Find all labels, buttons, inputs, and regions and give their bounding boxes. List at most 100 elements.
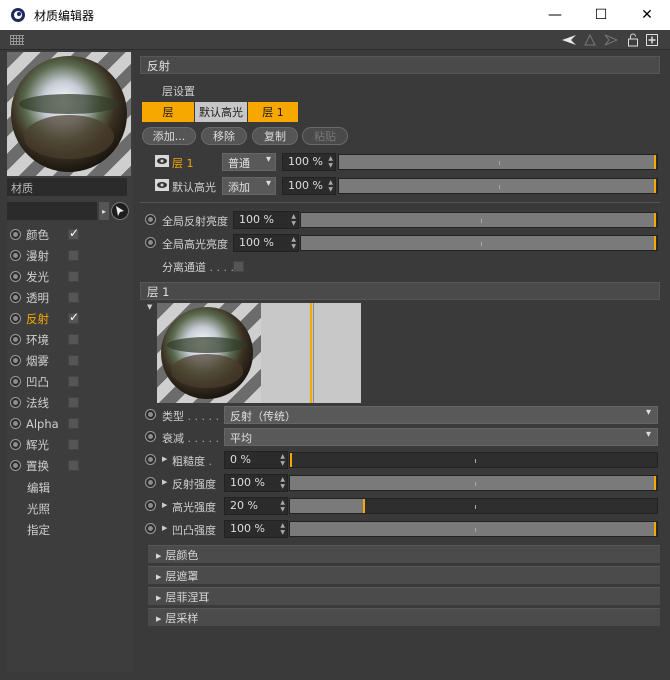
spinner-icon[interactable]: ▲ ▼ — [280, 522, 285, 536]
channel-item[interactable]: Alpha — [7, 413, 133, 434]
tab-default-specular[interactable]: 默认高光 — [195, 102, 247, 122]
radio-icon[interactable] — [10, 229, 21, 240]
fresnel-gradient-preview[interactable] — [261, 303, 361, 403]
channel-label[interactable]: 法线 — [26, 395, 68, 411]
channel-label[interactable]: 烟雾 — [26, 353, 68, 369]
tab-layer[interactable]: 层 — [142, 102, 194, 122]
collapse-triangle-icon[interactable]: ▼ — [147, 303, 152, 311]
expand-triangle-icon[interactable]: ▶ — [162, 524, 167, 532]
animate-dot-icon[interactable] — [145, 500, 156, 511]
reflect-strength-slider[interactable] — [289, 475, 658, 491]
radio-icon[interactable] — [10, 439, 21, 450]
slider-knob[interactable] — [654, 236, 656, 250]
channel-label[interactable]: 置换 — [26, 458, 68, 474]
paste-layer-button[interactable]: 粘贴 — [302, 127, 348, 145]
extra-item[interactable]: 编辑 — [27, 480, 50, 496]
channel-item[interactable]: 反射 — [7, 308, 133, 329]
radio-icon[interactable] — [10, 376, 21, 387]
section-layer-mask[interactable]: ▶ 层遮罩 — [148, 566, 660, 584]
channel-item[interactable]: 发光 — [7, 266, 133, 287]
global-reflect-slider[interactable] — [300, 212, 658, 228]
channel-search-input[interactable] — [7, 202, 97, 220]
specular-strength-slider[interactable] — [289, 498, 658, 514]
animate-dot-icon[interactable] — [145, 214, 156, 225]
spinner-icon[interactable]: ▲ ▼ — [291, 213, 296, 227]
channel-label[interactable]: 辉光 — [26, 437, 68, 453]
back-arrow-icon[interactable] — [560, 32, 578, 48]
channel-item[interactable]: 环境 — [7, 329, 133, 350]
bump-strength-input[interactable]: 100 % ▲ ▼ — [224, 520, 288, 538]
up-arrow-icon[interactable] — [582, 32, 598, 48]
maximize-button[interactable]: ☐ — [578, 0, 624, 30]
layer-mode-dropdown[interactable]: 添加 — [222, 177, 276, 195]
channel-item[interactable]: 漫射 — [7, 245, 133, 266]
channel-label[interactable]: Alpha — [26, 417, 68, 431]
reflect-strength-input[interactable]: 100 % ▲ ▼ — [224, 474, 288, 492]
expand-triangle-icon[interactable]: ▶ — [162, 478, 167, 486]
radio-icon[interactable] — [10, 250, 21, 261]
layer-opacity-slider[interactable] — [338, 154, 658, 170]
separate-channels-checkbox[interactable] — [233, 261, 244, 272]
minimize-button[interactable]: — — [532, 0, 578, 30]
layer-opacity-slider[interactable] — [338, 178, 658, 194]
extra-item[interactable]: 光照 — [27, 501, 50, 517]
global-specular-slider[interactable] — [300, 235, 658, 251]
channel-checkbox[interactable] — [68, 355, 79, 366]
radio-icon[interactable] — [10, 334, 21, 345]
slider-knob[interactable] — [290, 453, 292, 467]
slider-knob[interactable] — [654, 522, 656, 536]
channel-label[interactable]: 凹凸 — [26, 374, 68, 390]
slider-knob[interactable] — [363, 499, 365, 513]
spinner-icon[interactable]: ▲ ▼ — [328, 179, 333, 193]
slider-knob[interactable] — [654, 155, 656, 169]
grip-icon[interactable] — [10, 35, 24, 45]
layer-name[interactable]: 层 1 — [172, 155, 194, 171]
type-dropdown[interactable]: 反射（传统） — [224, 406, 658, 424]
radio-icon[interactable] — [10, 397, 21, 408]
channel-item[interactable]: 烟雾 — [7, 350, 133, 371]
radio-icon[interactable] — [10, 313, 21, 324]
animate-dot-icon[interactable] — [145, 431, 156, 442]
channel-checkbox[interactable] — [68, 292, 79, 303]
roughness-input[interactable]: 0 % ▲ ▼ — [224, 451, 288, 469]
forward-arrow-icon[interactable] — [603, 32, 619, 48]
global-specular-input[interactable]: 100 % ▲ ▼ — [233, 234, 299, 252]
tab-layer-1[interactable]: 层 1 — [248, 102, 298, 122]
channel-item[interactable]: 置换 — [7, 455, 133, 476]
expand-triangle-icon[interactable]: ▶ — [162, 501, 167, 509]
radio-icon[interactable] — [10, 355, 21, 366]
channel-checkbox[interactable] — [68, 418, 79, 429]
material-preview[interactable] — [7, 52, 131, 176]
lock-icon[interactable] — [626, 32, 640, 48]
specular-strength-input[interactable]: 20 % ▲ ▼ — [224, 497, 288, 515]
channel-checkbox[interactable] — [68, 460, 79, 471]
extra-item[interactable]: 指定 — [27, 522, 50, 538]
search-arrow-icon[interactable]: ▸ — [99, 202, 109, 220]
bump-strength-slider[interactable] — [289, 521, 658, 537]
channel-item[interactable]: 辉光 — [7, 434, 133, 455]
radio-icon[interactable] — [10, 460, 21, 471]
animate-dot-icon[interactable] — [145, 523, 156, 534]
channel-checkbox[interactable] — [68, 334, 79, 345]
channel-label[interactable]: 环境 — [26, 332, 68, 348]
animate-dot-icon[interactable] — [145, 237, 156, 248]
section-header-reflect[interactable]: 反射 — [140, 56, 660, 74]
channel-item[interactable]: 法线 — [7, 392, 133, 413]
channel-label[interactable]: 颜色 — [26, 227, 68, 243]
slider-knob[interactable] — [654, 213, 656, 227]
eye-icon[interactable] — [155, 155, 169, 167]
layer-opacity-input[interactable]: 100 % ▲ ▼ — [282, 153, 336, 171]
roughness-slider[interactable] — [289, 452, 658, 468]
layer-mode-dropdown[interactable]: 普通 — [222, 153, 276, 171]
eye-icon[interactable] — [155, 179, 169, 191]
section-header-layer-1[interactable]: 层 1 — [140, 282, 660, 300]
global-reflect-input[interactable]: 100 % ▲ ▼ — [233, 211, 299, 229]
new-window-icon[interactable] — [645, 32, 659, 48]
picker-cursor-icon[interactable] — [111, 202, 129, 220]
channel-checkbox[interactable] — [68, 376, 79, 387]
channel-label[interactable]: 漫射 — [26, 248, 68, 264]
animate-dot-icon[interactable] — [145, 409, 156, 420]
slider-knob[interactable] — [654, 179, 656, 193]
spinner-icon[interactable]: ▲ ▼ — [280, 499, 285, 513]
expand-triangle-icon[interactable]: ▶ — [162, 455, 167, 463]
